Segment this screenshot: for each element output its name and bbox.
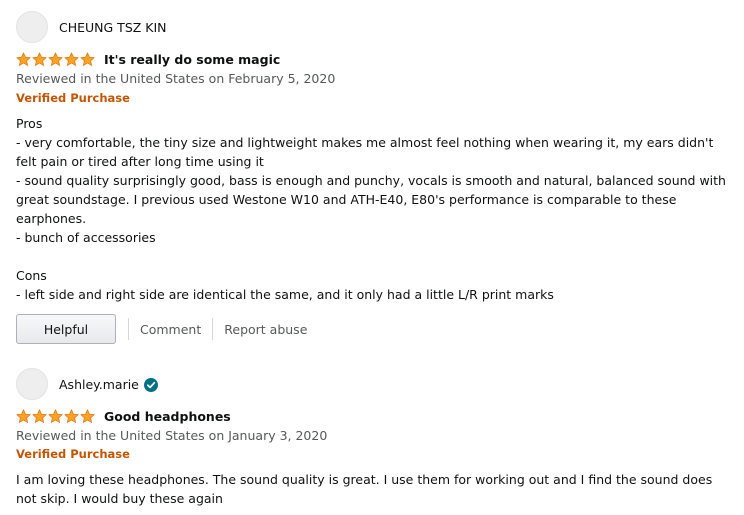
star-icon	[64, 52, 79, 66]
reviewer-name[interactable]: Ashley.marie	[59, 377, 139, 392]
review-title[interactable]: Good headphones	[104, 409, 231, 424]
review-date: Reviewed in the United States on January…	[16, 428, 328, 443]
review-body-line: not skip. I would buy these again	[16, 491, 223, 506]
star-icon	[80, 52, 95, 66]
verified-check-icon	[143, 377, 158, 392]
review-body-line	[16, 247, 728, 266]
review-title-row: It's really do some magic	[16, 52, 280, 67]
star-icon	[48, 52, 63, 66]
report-abuse-link[interactable]: Report abuse	[224, 322, 307, 337]
review-body: Pros - very comfortable, the tiny size a…	[16, 114, 728, 304]
review-body-line: - very comfortable, the tiny size and li…	[16, 135, 714, 150]
helpful-button[interactable]: Helpful	[16, 314, 116, 344]
review-body-line: Pros	[16, 116, 43, 131]
review-body-line: felt pain or tired after long time using…	[16, 154, 264, 169]
review-body-line: - bunch of accessories	[16, 230, 156, 245]
star-icon	[32, 409, 47, 423]
star-icon	[16, 52, 31, 66]
comment-link[interactable]: Comment	[140, 322, 201, 337]
star-icon	[80, 409, 95, 423]
review-body: I am loving these headphones. The sound …	[16, 470, 728, 508]
review-date: Reviewed in the United States on Februar…	[16, 71, 336, 86]
review-body-line: Cons	[16, 268, 47, 283]
divider	[212, 318, 214, 340]
review-title-row: Good headphones	[16, 409, 231, 424]
review-body-line: I am loving these headphones. The sound …	[16, 472, 713, 487]
reviewer-profile[interactable]: CHEUNG TSZ KIN	[16, 11, 167, 43]
avatar[interactable]	[16, 368, 48, 400]
star-rating[interactable]	[16, 409, 95, 424]
verified-purchase-badge: Verified Purchase	[16, 447, 130, 461]
review-body-line: great soundstage. I previous used Weston…	[16, 192, 677, 207]
avatar[interactable]	[16, 11, 48, 43]
star-icon	[32, 52, 47, 66]
reviewer-profile[interactable]: Ashley.marie	[16, 368, 158, 400]
review-actions: Helpful Comment Report abuse	[16, 314, 307, 344]
review-body-line: earphones.	[16, 211, 87, 226]
review-title[interactable]: It's really do some magic	[104, 52, 280, 67]
review-body-line: - sound quality surprisingly good, bass …	[16, 173, 726, 188]
star-icon	[16, 409, 31, 423]
star-icon	[48, 409, 63, 423]
star-rating[interactable]	[16, 52, 95, 67]
star-icon	[64, 409, 79, 423]
review-body-line: - left side and right side are identical…	[16, 287, 554, 302]
reviewer-name[interactable]: CHEUNG TSZ KIN	[59, 20, 167, 35]
divider	[128, 318, 129, 340]
verified-purchase-badge: Verified Purchase	[16, 91, 130, 105]
